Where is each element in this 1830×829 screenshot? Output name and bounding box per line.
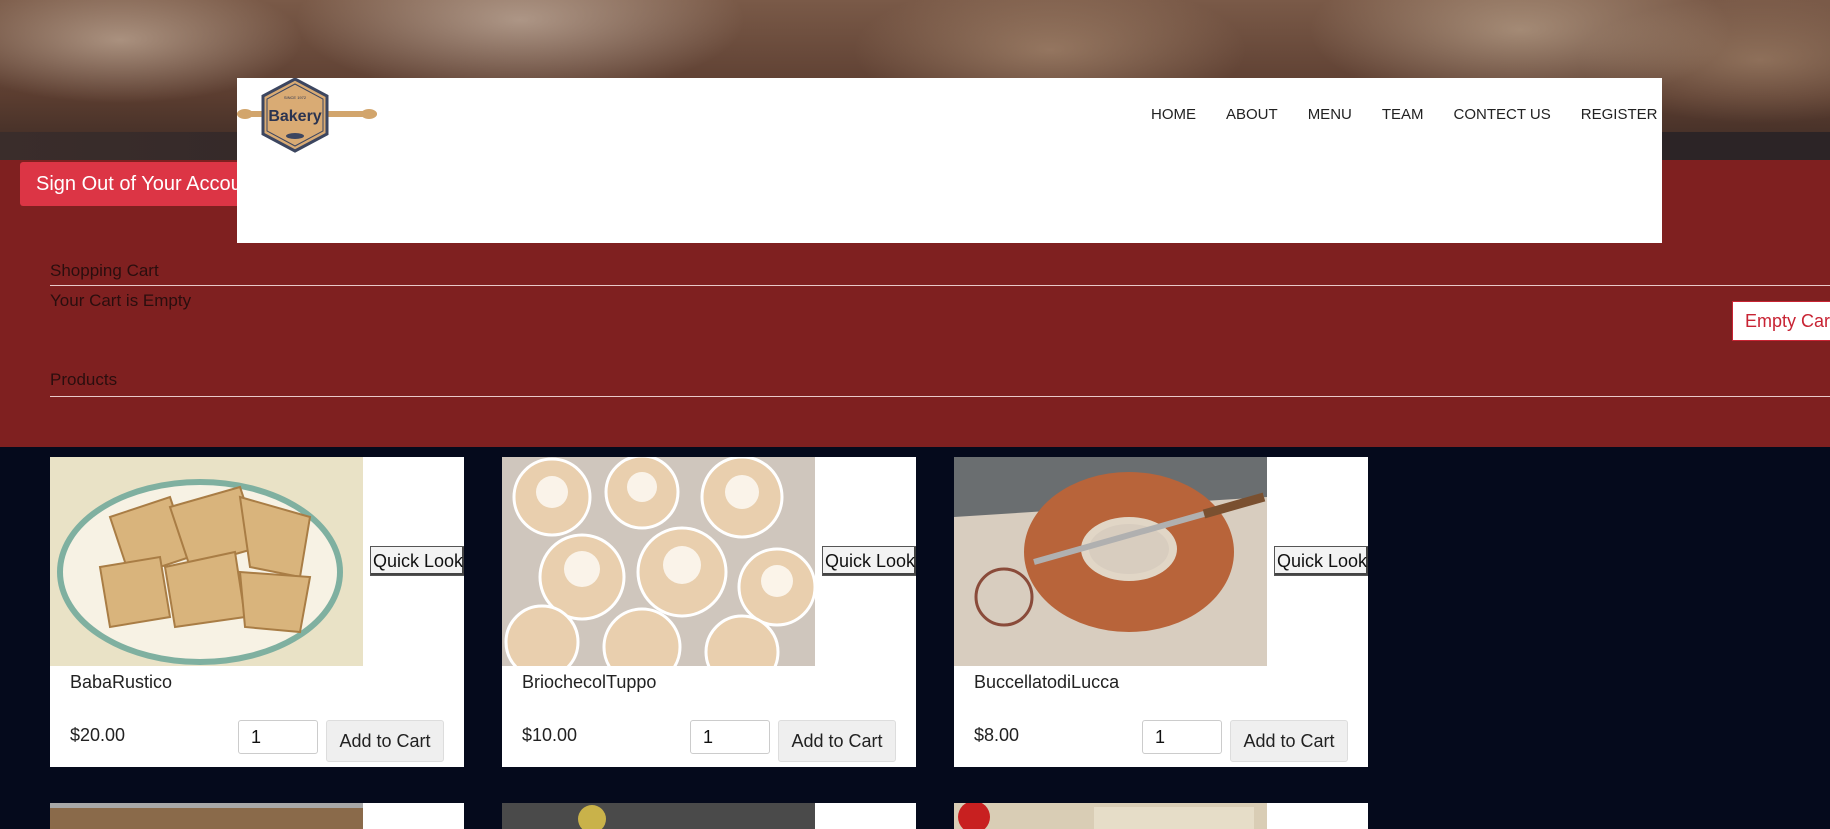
products-divider	[50, 396, 1830, 397]
add-to-cart-button[interactable]: Add to Cart	[1230, 720, 1348, 762]
product-image-brioche-col-tuppo[interactable]	[502, 457, 815, 666]
bakery-logo[interactable]: Bakery SINCE 1972	[237, 77, 377, 156]
product-card: Quick Look BuccellatodiLucca $8.00 Add t…	[954, 457, 1368, 767]
product-image-buccellato-di-lucca[interactable]	[954, 457, 1267, 666]
product-price: $8.00	[974, 725, 1020, 745]
quantity-input[interactable]	[238, 720, 318, 754]
product-card-partial	[502, 803, 916, 829]
cart-title: Shopping Cart	[50, 261, 159, 280]
logo-tagline: SINCE 1972	[284, 95, 307, 100]
nav-about[interactable]: ABOUT	[1226, 106, 1278, 123]
product-card: Quick Look BriochecolTuppo $10.00 Add to…	[502, 457, 916, 767]
cart-status: Your Cart is Empty	[50, 291, 192, 310]
product-name: BabaRustico	[70, 672, 173, 692]
quick-look-button[interactable]: Quick Look	[1274, 546, 1368, 576]
product-price: $10.00	[522, 725, 578, 745]
signout-button[interactable]: Sign Out of Your Account	[20, 162, 260, 206]
product-card-partial	[954, 803, 1368, 829]
nav-register[interactable]: REGISTER	[1581, 106, 1658, 123]
add-to-cart-button[interactable]: Add to Cart	[778, 720, 896, 762]
product-price: $20.00	[70, 725, 126, 745]
logo-text: Bakery	[268, 108, 321, 125]
product-card-partial	[50, 803, 464, 829]
quantity-input[interactable]	[690, 720, 770, 754]
nav-contact[interactable]: CONTECT US	[1454, 106, 1551, 123]
add-to-cart-button[interactable]: Add to Cart	[326, 720, 444, 762]
product-image-baba-rustico[interactable]	[50, 457, 363, 666]
empty-cart-button[interactable]: Empty Cart	[1732, 301, 1830, 341]
product-name: BuccellatodiLucca	[974, 672, 1120, 692]
product-card: Quick Look BabaRustico $20.00 Add to Car…	[50, 457, 464, 767]
quantity-input[interactable]	[1142, 720, 1222, 754]
nav-menu[interactable]: MENU	[1308, 106, 1352, 123]
quick-look-button[interactable]: Quick Look	[822, 546, 916, 576]
cart-divider	[50, 285, 1830, 286]
navbar: Bakery SINCE 1972 HOME ABOUT MENU TEAM CONTE…	[237, 77, 1662, 243]
nav-team[interactable]: TEAM	[1382, 106, 1424, 123]
main-nav: HOME ABOUT MENU TEAM CONTECT US REGISTER	[1151, 106, 1662, 130]
product-name: BriochecolTuppo	[522, 672, 657, 692]
quick-look-button[interactable]: Quick Look	[370, 546, 464, 576]
products-title: Products	[50, 370, 118, 389]
nav-home[interactable]: HOME	[1151, 106, 1196, 123]
